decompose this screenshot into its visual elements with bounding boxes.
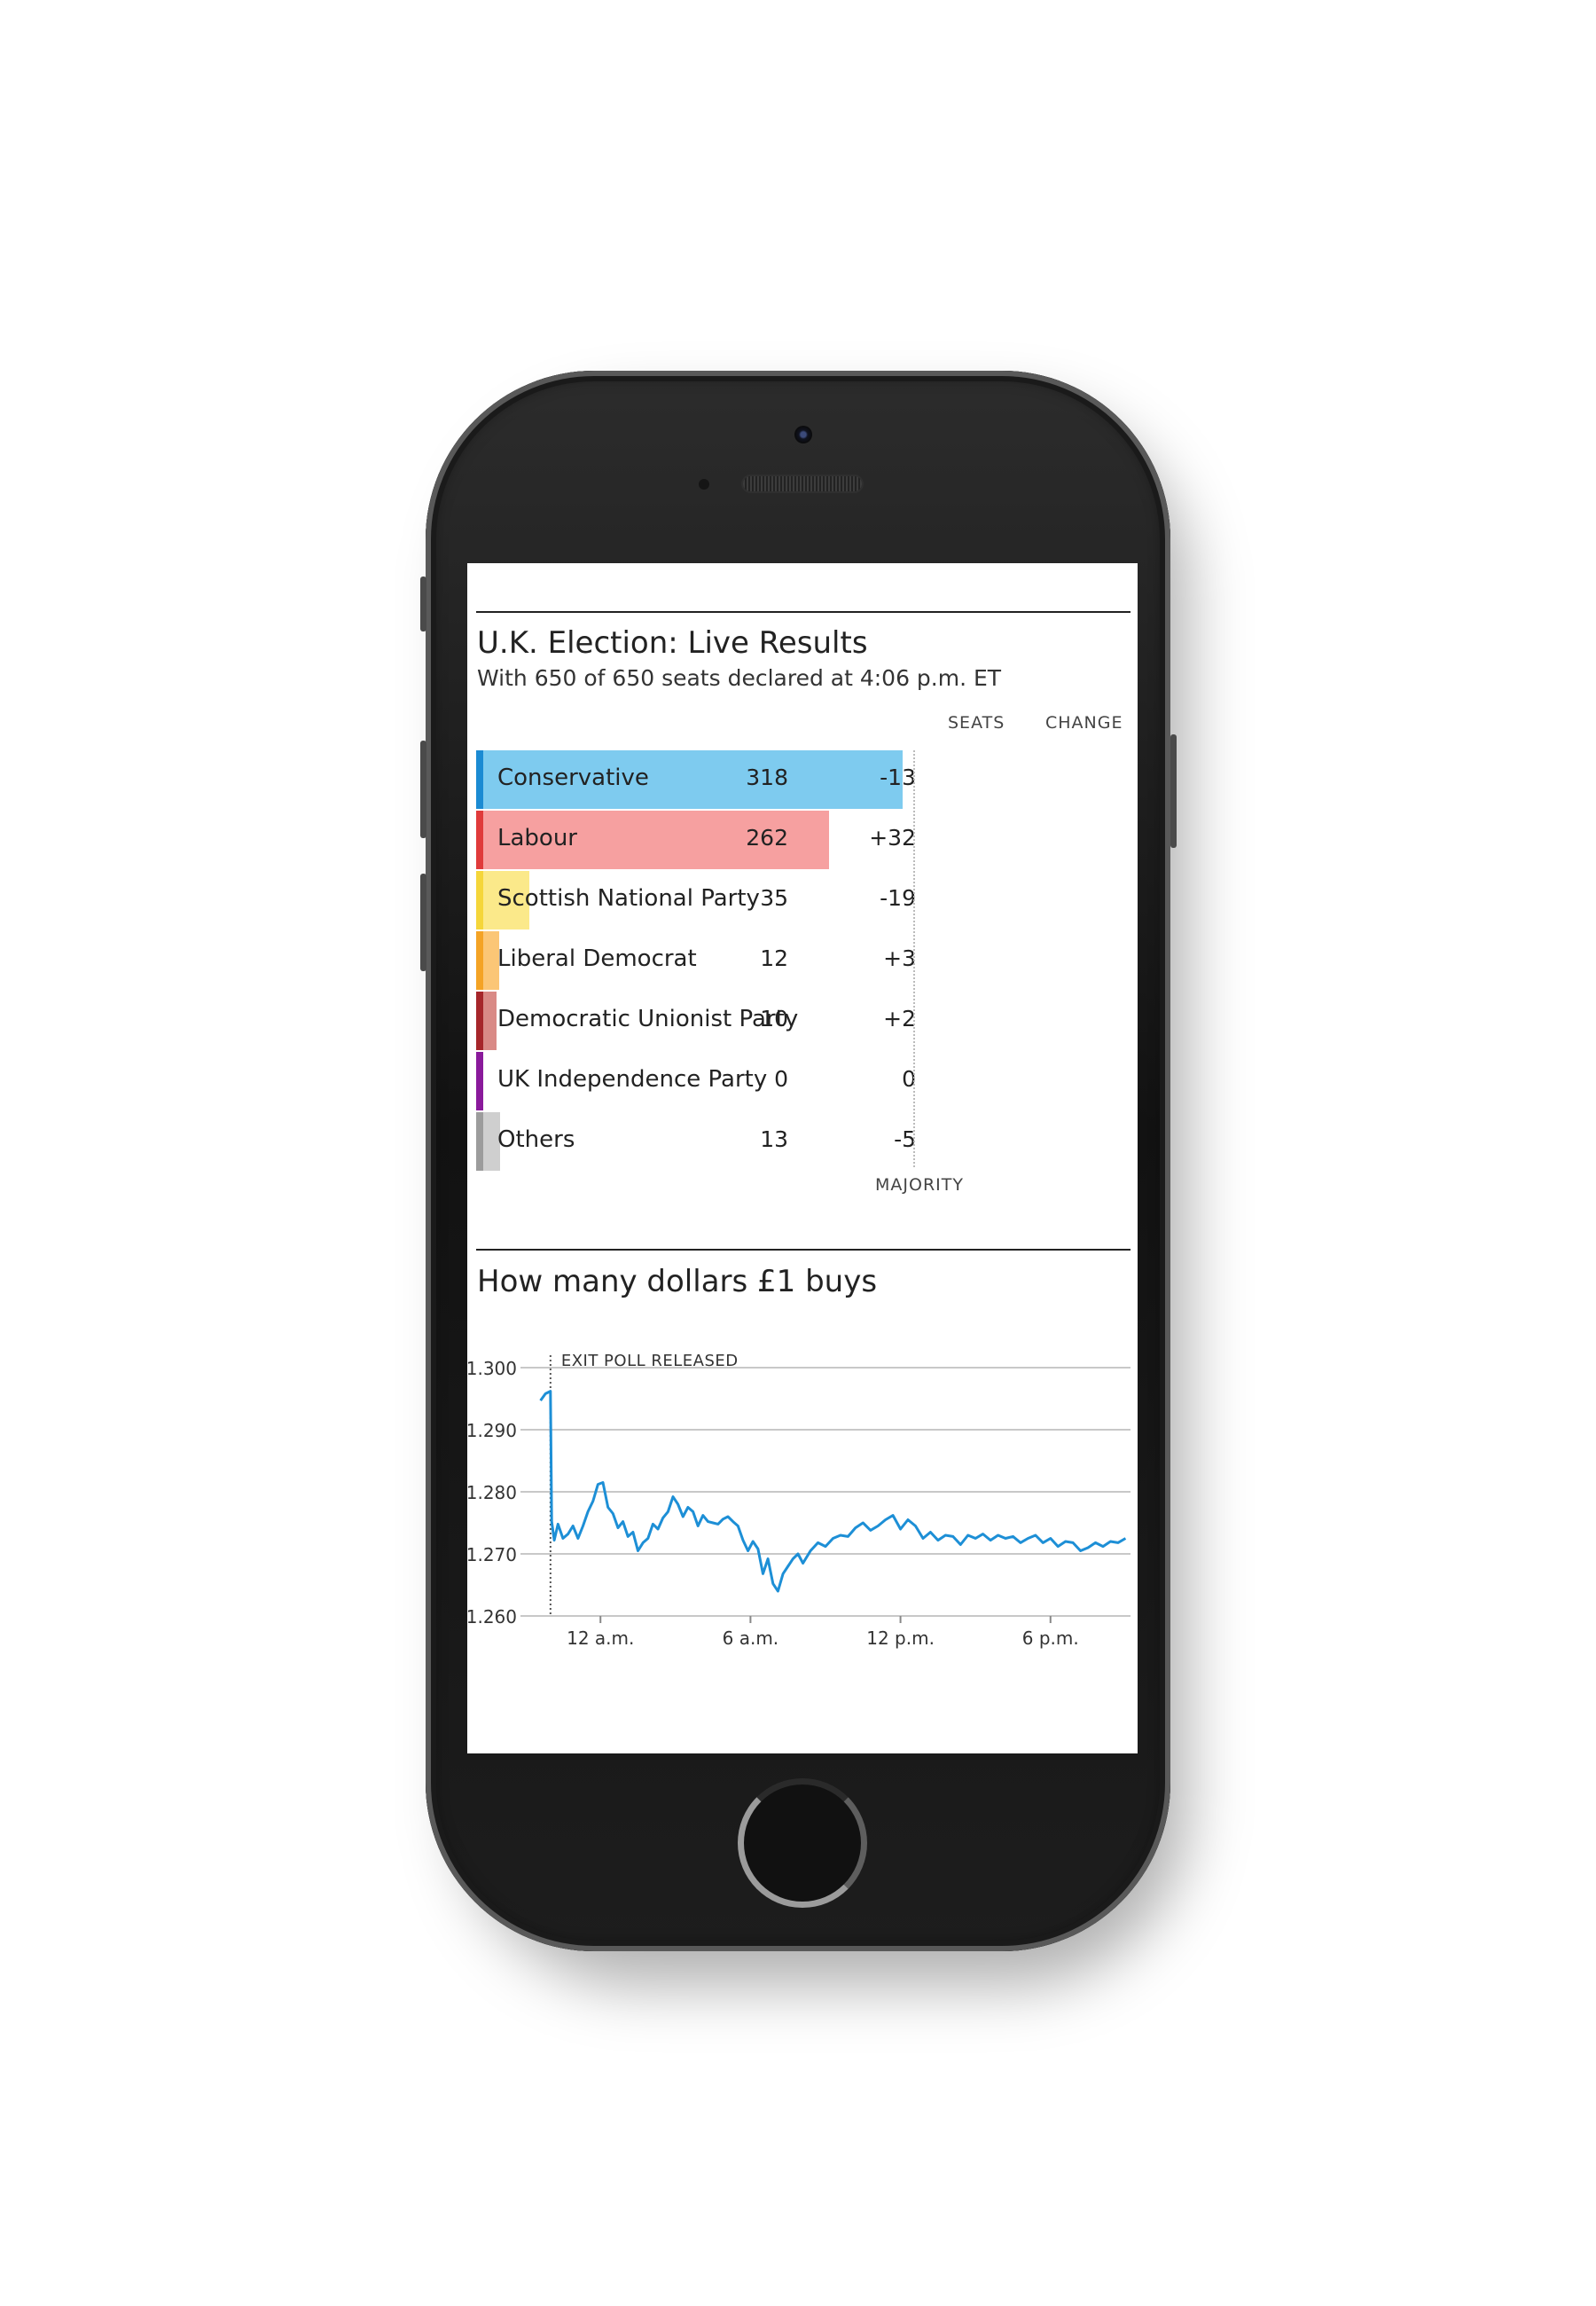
party-swatch [476,811,483,869]
party-name: Labour [497,825,577,851]
change-column-header: CHANGE [1045,713,1123,733]
party-swatch [476,1112,483,1171]
party-swatch [476,931,483,990]
change-value: 0 [902,1066,916,1092]
change-value: -5 [894,1126,916,1152]
party-row: Conservative 318 -13 [476,750,1138,809]
power-button [1170,734,1177,848]
party-swatch [476,750,483,809]
y-tick-label: 1.290 [467,1420,517,1441]
party-swatch [476,992,483,1050]
y-tick-label: 1.260 [467,1606,517,1628]
change-value: +3 [883,945,916,971]
section-rule [476,1249,1130,1251]
change-value: -13 [880,765,916,790]
party-name: Scottish National Party [497,885,760,912]
seats-value: 0 [774,1066,788,1092]
seats-column-header: SEATS [948,713,1005,733]
party-row: Labour 262 +32 [476,811,1138,869]
majority-line [913,750,915,1167]
x-tick-label: 6 p.m. [1022,1628,1079,1649]
party-row: Liberal Democrat 12 +3 [476,931,1138,990]
proximity-sensor [699,479,709,490]
party-row: Others 13 -5 [476,1112,1138,1171]
volume-down-button [420,874,426,971]
seats-value: 262 [746,825,788,851]
phone-screen: U.K. Election: Live Results With 650 of … [467,563,1138,1753]
exit-poll-label: EXIT POLL RELEASED [561,1352,739,1370]
fx-line-chart: 1.260 1.270 1.280 1.290 $1.300 12 a.m. 6 a.m. 1… [467,1352,1130,1649]
party-swatch [476,871,483,929]
volume-up-button [420,741,426,838]
party-name: Others [497,1126,575,1153]
earpiece-speaker [743,476,862,491]
party-name: UK Independence Party [497,1066,768,1093]
y-tick-label: 1.270 [467,1544,517,1565]
seats-bar [483,992,497,1050]
party-name: Conservative [497,765,649,791]
majority-label: MAJORITY [875,1175,964,1195]
x-tick-label: 12 a.m. [567,1628,634,1649]
y-tick-label: 1.280 [467,1482,517,1503]
seats-value: 12 [760,945,788,971]
home-button[interactable] [738,1778,867,1908]
party-row: Scottish National Party 35 -19 [476,871,1138,929]
change-value: +2 [883,1006,916,1031]
change-value: -19 [880,885,916,911]
election-title: U.K. Election: Live Results [477,625,868,661]
section-rule [476,611,1130,613]
seats-value: 10 [760,1006,788,1031]
x-tick-label: 12 p.m. [866,1628,935,1649]
seats-value: 318 [746,765,788,790]
seats-value: 35 [760,885,788,911]
election-subtitle: With 650 of 650 seats declared at 4:06 p… [477,665,1002,691]
change-value: +32 [869,825,916,851]
party-row: Democratic Unionist Party 10 +2 [476,992,1138,1050]
party-swatch [476,1052,483,1110]
party-row: UK Independence Party 0 0 [476,1052,1138,1110]
fx-title: How many dollars £1 buys [477,1264,878,1299]
mute-switch [420,576,426,631]
x-tick-label: 6 a.m. [723,1628,779,1649]
seats-value: 13 [760,1126,788,1152]
y-tick-label: $1.300 [467,1358,517,1379]
front-camera [794,426,812,443]
party-name: Liberal Democrat [497,945,697,972]
